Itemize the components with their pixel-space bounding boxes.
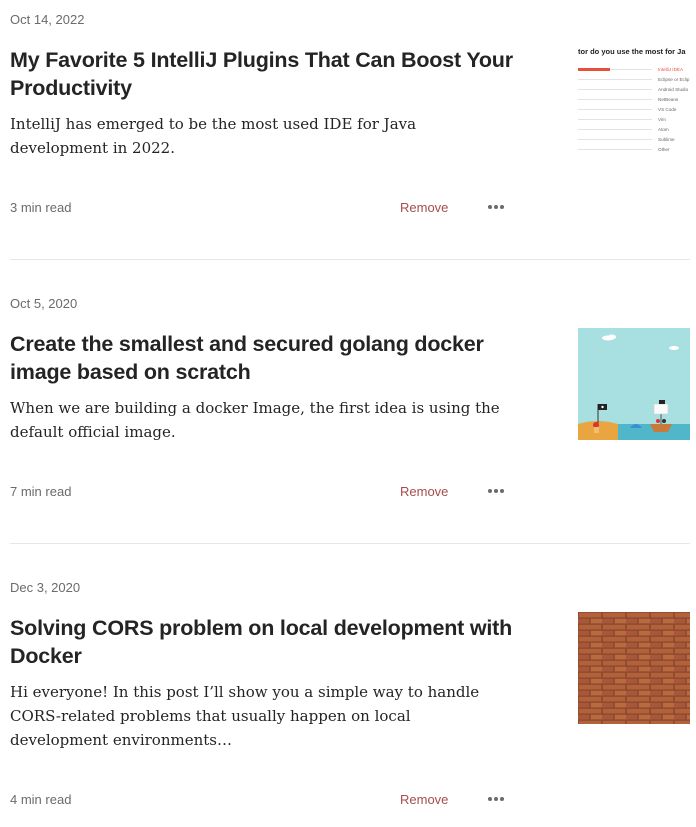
article-title[interactable]: My Favorite 5 IntelliJ Plugins That Can … — [10, 46, 520, 102]
divider — [10, 259, 690, 260]
article-title[interactable]: Solving CORS problem on local developmen… — [10, 614, 520, 670]
read-time: 3 min read — [10, 200, 72, 215]
more-options-icon[interactable] — [488, 791, 504, 807]
thumb-option: VS Code — [658, 107, 677, 112]
article-thumbnail[interactable]: tor do you use the most for Ja IntelliJ … — [578, 44, 690, 156]
thumb-option: Vim — [658, 117, 666, 122]
thumb-option: Other — [658, 147, 670, 152]
brick-wall-image — [578, 612, 690, 724]
pirate-illustration-image — [578, 328, 690, 440]
article-thumbnail[interactable] — [578, 328, 690, 440]
remove-button[interactable]: Remove — [400, 792, 448, 808]
article-thumbnail[interactable] — [578, 612, 690, 724]
thumb-option: Android Studio — [658, 87, 689, 92]
article-card: Dec 3, 2020 Solving CORS problem on loca… — [10, 580, 690, 820]
remove-button[interactable]: Remove — [400, 484, 448, 500]
remove-button[interactable]: Remove — [400, 200, 448, 216]
read-time: 7 min read — [10, 484, 72, 499]
thumb-option: NetBeans — [658, 97, 679, 102]
more-options-icon[interactable] — [488, 483, 504, 499]
article-date: Oct 5, 2020 — [10, 296, 78, 311]
thumb-option: Sublime — [658, 137, 675, 142]
article-excerpt: IntelliJ has emerged to be the most used… — [10, 115, 417, 157]
divider — [10, 543, 690, 544]
more-options-icon[interactable] — [488, 199, 504, 215]
article-date: Oct 14, 2022 — [10, 12, 85, 27]
thumb-option: IntelliJ IDEA — [658, 67, 684, 72]
article-excerpt: When we are building a docker Image, the… — [10, 399, 500, 441]
article-excerpt: Hi everyone! In this post I’ll show you … — [10, 683, 480, 749]
survey-chart-image: tor do you use the most for Ja IntelliJ … — [578, 44, 690, 156]
read-time: 4 min read — [10, 792, 72, 807]
article-title[interactable]: Create the smallest and secured golang d… — [10, 330, 520, 386]
article-date: Dec 3, 2020 — [10, 580, 81, 595]
thumb-option: Atom — [658, 127, 669, 132]
article-card: Oct 5, 2020 Create the smallest and secu… — [10, 296, 690, 516]
thumb-heading: tor do you use the most for Ja — [578, 47, 686, 56]
thumb-option: Eclipse or Eclip — [658, 77, 690, 82]
article-card: Oct 14, 2022 My Favorite 5 IntelliJ Plug… — [10, 12, 690, 232]
